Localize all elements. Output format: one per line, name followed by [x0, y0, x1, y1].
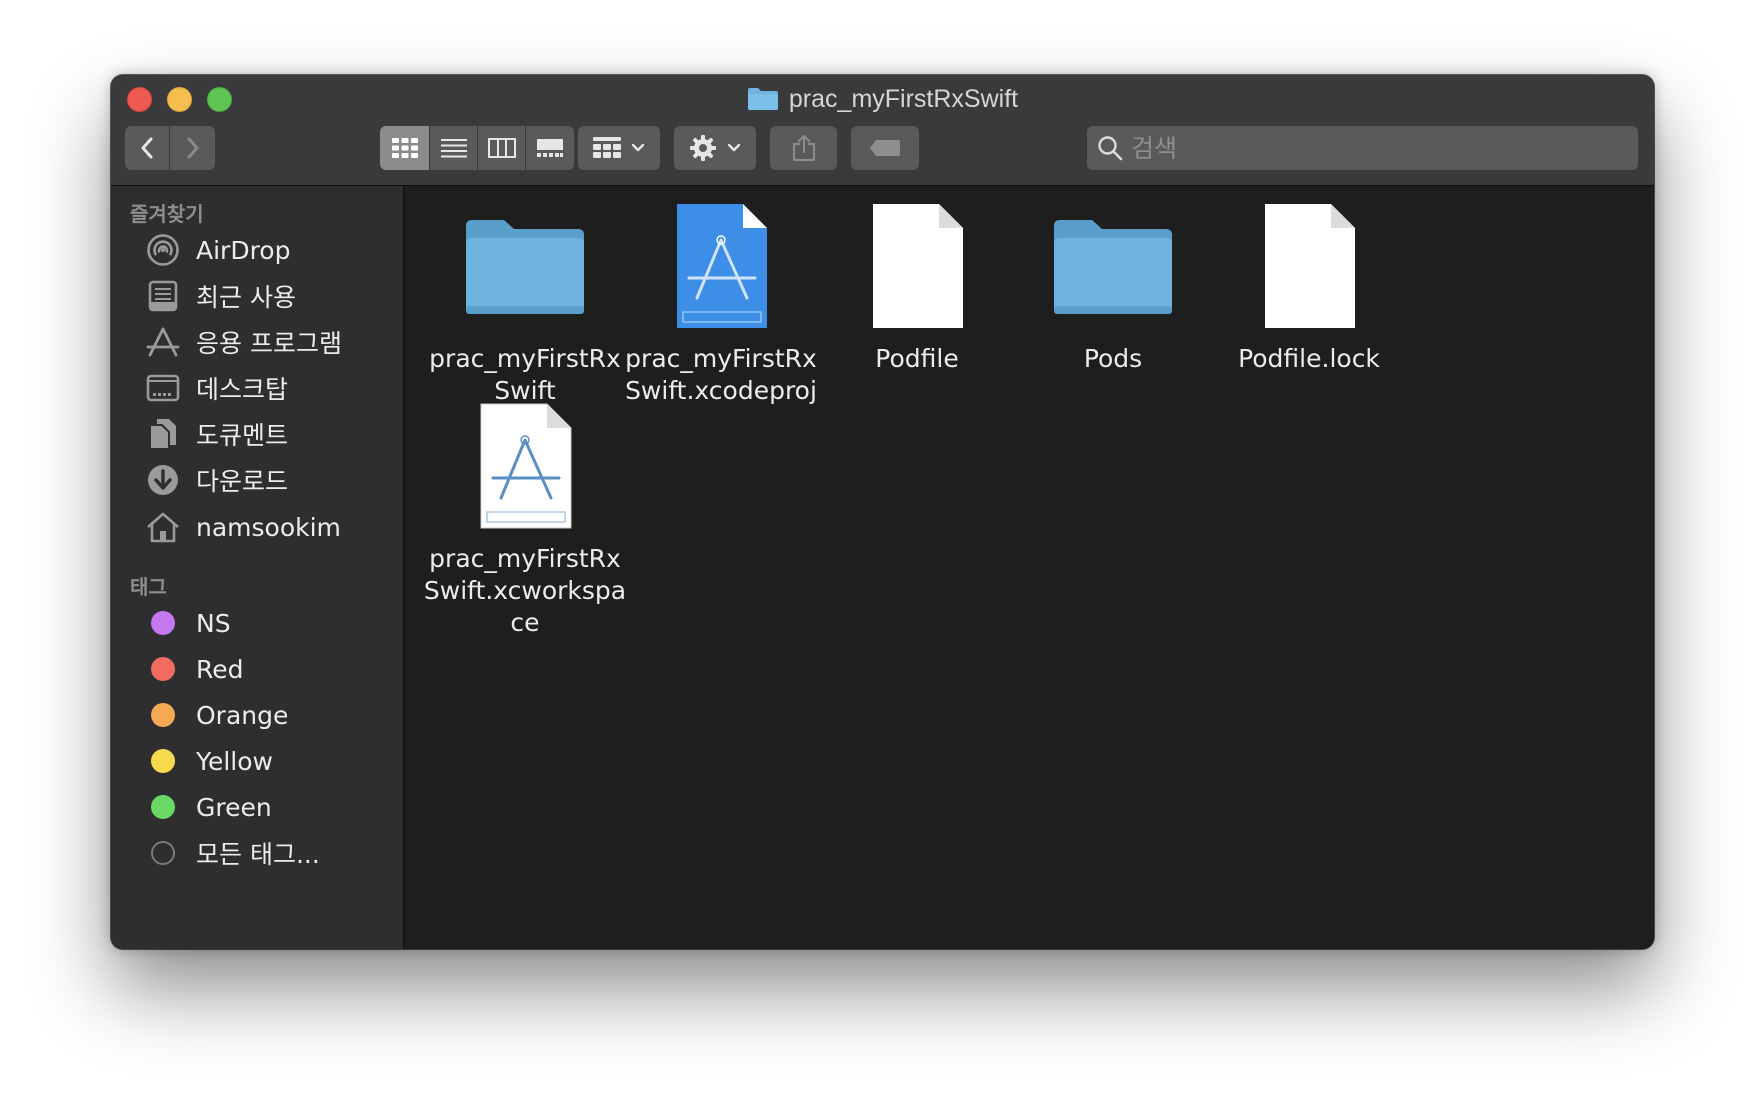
sidebar-item-home[interactable]: namsookim	[111, 503, 403, 551]
chevron-down-icon	[727, 143, 741, 152]
sidebar-item-label: 데스크탑	[196, 375, 289, 404]
sidebar-item-label: Red	[196, 654, 244, 684]
file-item[interactable]: prac_myFirstRxSwift.xcworkspace	[422, 401, 628, 639]
forward-button[interactable]	[170, 126, 215, 170]
tags-heading: 태그	[130, 575, 167, 599]
window-title-area: prac_myFirstRxSwift	[111, 81, 1654, 117]
all-tags-icon	[144, 834, 182, 872]
document-icon	[1244, 201, 1374, 331]
home-icon	[144, 508, 182, 546]
search-input[interactable]	[1123, 128, 1638, 168]
file-name: Podfile	[875, 344, 959, 373]
chevron-right-icon	[187, 137, 198, 159]
applications-icon	[144, 323, 182, 361]
list-view-button[interactable]	[430, 126, 478, 170]
gallery-view-button[interactable]	[526, 126, 574, 170]
xcodeproj-icon	[656, 201, 786, 331]
sidebar-item-downloads[interactable]: 다운로드	[111, 456, 403, 504]
toolbar: prac_myFirstRxSwift	[111, 75, 1654, 186]
tag-color-icon	[144, 742, 182, 780]
sidebar-tag-yellow[interactable]: Yellow	[111, 737, 403, 785]
desktop-icon	[144, 369, 182, 407]
downloads-icon	[144, 461, 182, 499]
file-item[interactable]: prac_myFirstRxSwift	[422, 201, 628, 407]
file-item[interactable]: Pods	[1010, 201, 1216, 375]
file-name: prac_myFirstRxSwift.xcworkspace	[423, 544, 627, 637]
icon-view-icon	[391, 138, 418, 158]
sidebar-item-label: 응용 프로그램	[196, 329, 342, 358]
file-item[interactable]: Podfile	[814, 201, 1020, 375]
sidebar-item-documents[interactable]: 도큐멘트	[111, 410, 403, 458]
action-button[interactable]	[674, 126, 756, 170]
sidebar-item-label: 모든 태그...	[196, 840, 320, 869]
sidebar-item-label: NS	[196, 608, 231, 638]
search-field[interactable]	[1087, 126, 1638, 170]
sidebar-tag-orange[interactable]: Orange	[111, 691, 403, 739]
xcworkspace-icon	[460, 401, 590, 531]
sidebar-item-airdrop[interactable]: AirDrop	[111, 226, 403, 274]
share-icon	[792, 135, 815, 161]
column-view-icon	[487, 138, 516, 158]
sidebar-item-recents[interactable]: 최근 사용	[111, 272, 403, 320]
gallery-view-icon	[537, 139, 563, 157]
group-by-button[interactable]	[578, 126, 660, 170]
sidebar-item-label: AirDrop	[196, 235, 291, 265]
favorites-heading: 즐겨찾기	[130, 202, 204, 226]
list-view-icon	[440, 139, 467, 158]
sidebar-tag-all-tags[interactable]: 모든 태그...	[111, 829, 403, 877]
window-title: prac_myFirstRxSwift	[788, 84, 1019, 113]
file-item[interactable]: prac_myFirstRxSwift.xcodeproj	[618, 201, 824, 407]
tag-color-icon	[144, 696, 182, 734]
group-by-icon	[593, 137, 621, 158]
file-name: Pods	[1083, 344, 1143, 373]
document-icon	[852, 201, 982, 331]
sidebar-item-label: 최근 사용	[196, 283, 296, 312]
sidebar-item-label: 도큐멘트	[196, 421, 289, 450]
sidebar-tag-red[interactable]: Red	[111, 645, 403, 693]
recents-icon	[144, 277, 182, 315]
file-name: Podfile.lock	[1238, 344, 1380, 373]
search-icon	[1098, 136, 1123, 161]
sidebar-tag-green[interactable]: Green	[111, 783, 403, 831]
column-view-button[interactable]	[478, 126, 526, 170]
sidebar-item-label: Orange	[196, 700, 289, 730]
file-item[interactable]: Podfile.lock	[1206, 201, 1412, 375]
sidebar-item-label: Yellow	[196, 746, 273, 776]
sidebar-item-label: namsookim	[196, 512, 341, 542]
sidebar-item-desktop[interactable]: 데스크탑	[111, 364, 403, 412]
tag-color-icon	[144, 604, 182, 642]
folder-icon	[460, 201, 590, 331]
share-button[interactable]	[770, 126, 837, 170]
finder-window: prac_myFirstRxSwift 검색 즐겨찾기 AirDrop 최근 사…	[111, 75, 1654, 949]
airdrop-icon	[144, 231, 182, 269]
icon-view-button[interactable]	[380, 126, 430, 170]
view-mode-control	[380, 126, 574, 170]
sidebar: 즐겨찾기 AirDrop 최근 사용 응용 프로그램 데스크탑 도큐멘트 다운로…	[111, 186, 405, 949]
tag-color-icon	[144, 650, 182, 688]
back-button[interactable]	[125, 126, 170, 170]
folder-icon	[747, 88, 778, 110]
sidebar-item-label: Green	[196, 792, 272, 822]
tag-color-icon	[144, 788, 182, 826]
tag-icon	[870, 140, 900, 156]
gear-icon	[690, 135, 716, 161]
documents-icon	[144, 415, 182, 453]
sidebar-tag-ns[interactable]: NS	[111, 599, 403, 647]
navigation-buttons	[125, 126, 215, 170]
file-name: prac_myFirstRxSwift.xcodeproj	[625, 344, 817, 405]
chevron-left-icon	[141, 137, 153, 159]
chevron-down-icon	[631, 143, 645, 152]
file-browser: prac_myFirstRxSwift prac_myFirstRxSwift.…	[405, 186, 1654, 949]
folder-icon	[1048, 201, 1178, 331]
file-name: prac_myFirstRxSwift	[429, 344, 621, 405]
sidebar-item-applications[interactable]: 응용 프로그램	[111, 318, 403, 366]
edit-tags-button[interactable]	[851, 126, 919, 170]
sidebar-item-label: 다운로드	[196, 467, 289, 496]
